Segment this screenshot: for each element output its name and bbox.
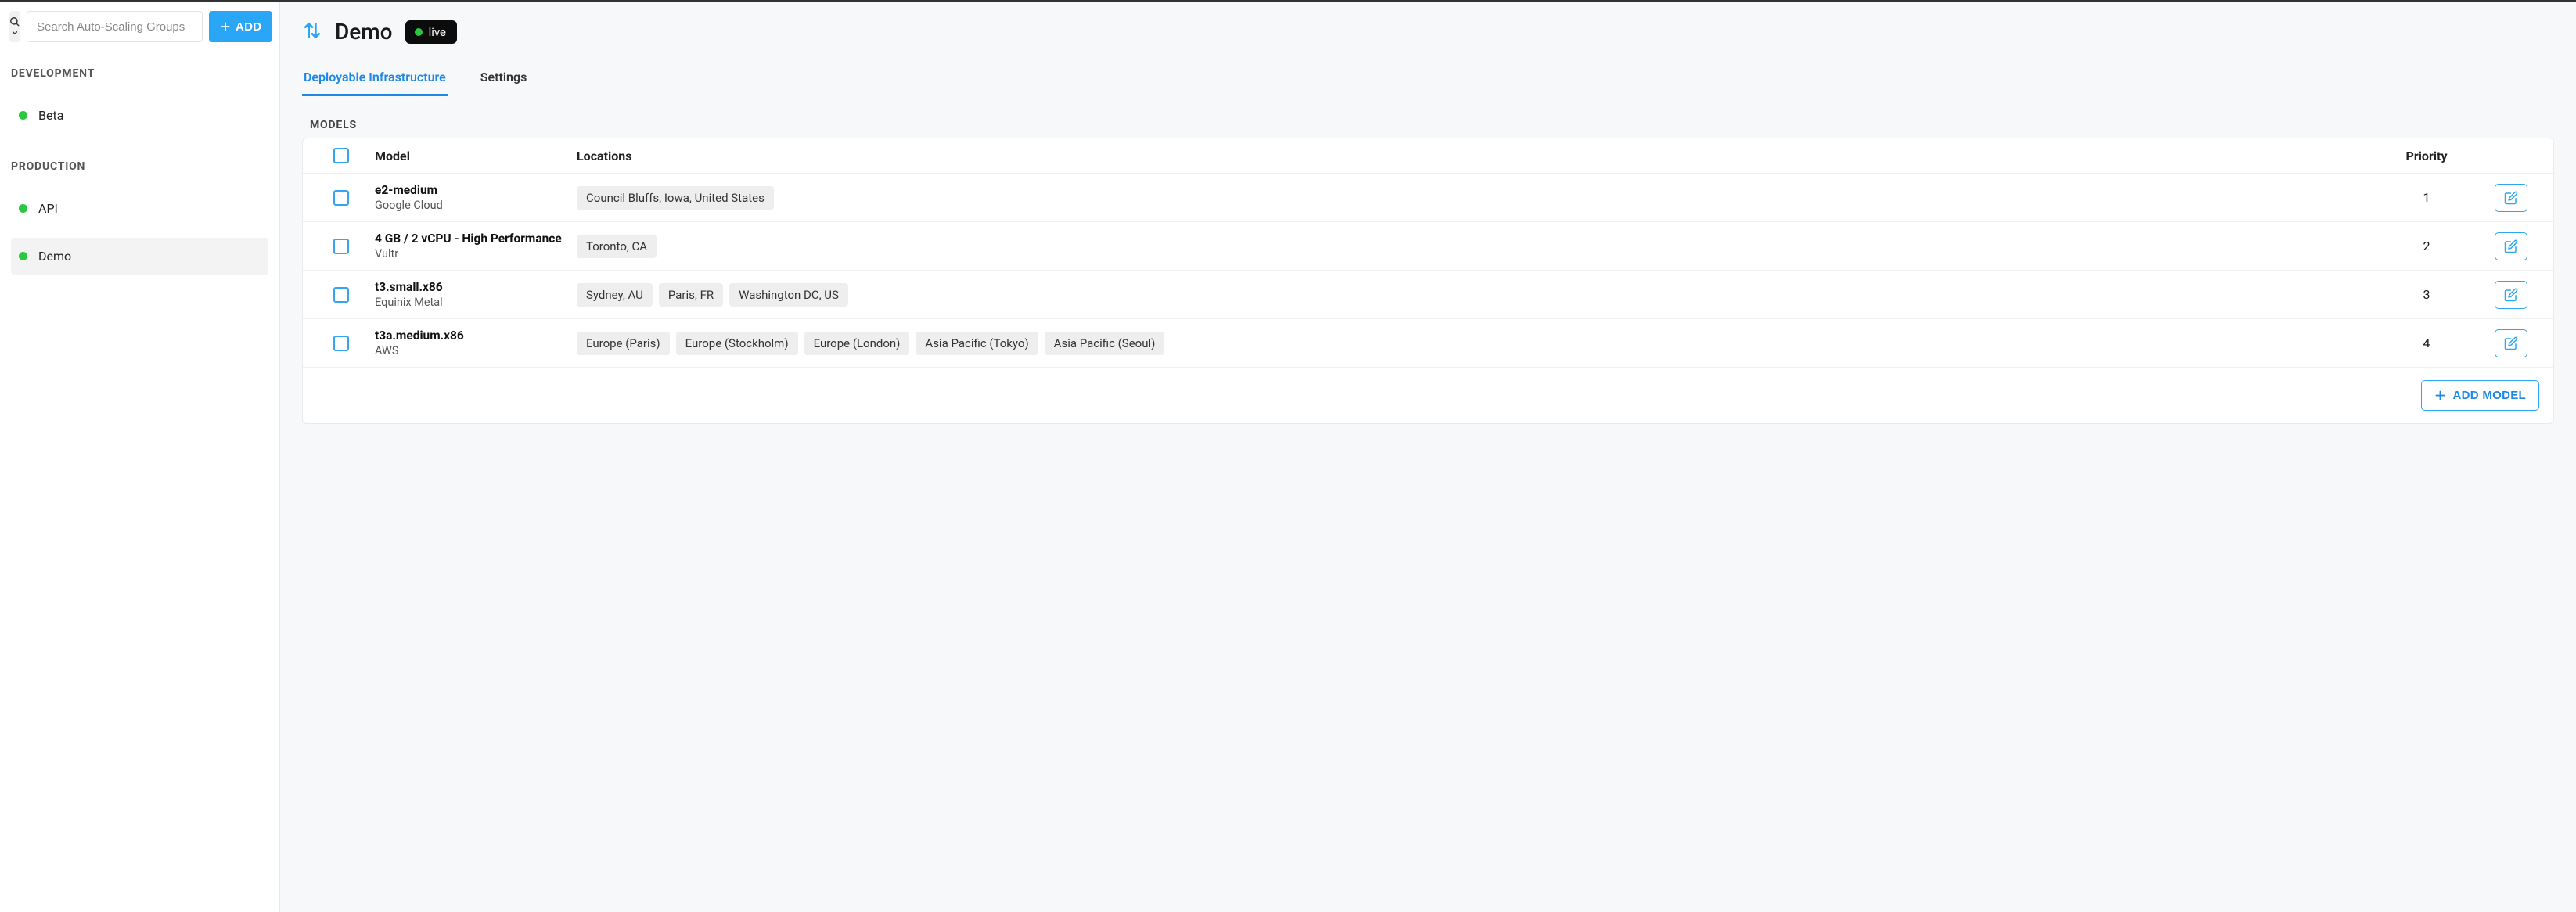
page-title: Demo <box>335 19 393 45</box>
model-provider: Google Cloud <box>375 199 570 212</box>
models-section-label: MODELS <box>310 119 2554 131</box>
model-provider: Equinix Metal <box>375 296 570 309</box>
table-row: t3.small.x86 Equinix Metal Sydney, AUPar… <box>303 271 2553 319</box>
status-badge: live <box>405 20 457 44</box>
column-header-locations: Locations <box>577 149 2373 163</box>
table-row: t3a.medium.x86 AWS Europe (Paris)Europe … <box>303 319 2553 367</box>
table-row: e2-medium Google Cloud Council Bluffs, I… <box>303 174 2553 222</box>
location-chip: Paris, FR <box>659 283 723 307</box>
edit-button[interactable] <box>2495 281 2527 309</box>
tab-settings[interactable]: Settings <box>479 65 529 96</box>
add-button-label: ADD <box>236 20 261 34</box>
priority-value: 3 <box>2380 287 2473 302</box>
locations-cell: Council Bluffs, Iowa, United States <box>577 186 2373 210</box>
location-chip: Toronto, CA <box>577 235 657 258</box>
sidebar-item-api[interactable]: API <box>11 190 268 227</box>
edit-icon <box>2504 288 2518 302</box>
models-panel-footer: ADD MODEL <box>303 367 2553 423</box>
location-chip: Europe (Stockholm) <box>676 332 798 355</box>
location-chip: Asia Pacific (Seoul) <box>1045 332 1165 355</box>
sidebar-item-demo[interactable]: Demo <box>11 238 268 275</box>
add-model-button-label: ADD MODEL <box>2452 389 2526 402</box>
tab-deployable-infrastructure[interactable]: Deployable Infrastructure <box>302 65 448 96</box>
status-dot-icon <box>19 252 27 260</box>
column-header-model: Model <box>375 149 570 163</box>
model-name: 4 GB / 2 vCPU - High Performance <box>375 232 570 246</box>
column-header-priority: Priority <box>2380 149 2473 163</box>
search-sort-toggle[interactable] <box>9 11 20 42</box>
model-provider: AWS <box>375 344 570 357</box>
row-checkbox[interactable] <box>333 287 349 303</box>
edit-icon <box>2504 239 2518 253</box>
model-name: t3.small.x86 <box>375 280 570 294</box>
location-chip: Europe (London) <box>804 332 910 355</box>
plus-icon <box>220 21 231 32</box>
locations-cell: Europe (Paris) Europe (Stockholm) Europe (… <box>577 332 2373 355</box>
model-provider: Vultr <box>375 247 570 260</box>
location-chip: Council Bluffs, Iowa, United States <box>577 186 774 210</box>
sidebar-item-label: API <box>38 201 58 216</box>
sort-arrows-icon <box>302 20 322 44</box>
location-chip: Europe (Paris) <box>577 332 670 355</box>
page-header: Demo live <box>302 19 2554 45</box>
status-badge-label: live <box>429 25 446 39</box>
main-content: Demo live Deployable Infrastructure Sett… <box>280 2 2576 912</box>
row-checkbox[interactable] <box>333 336 349 351</box>
search-icon <box>9 16 20 27</box>
sidebar-item-label: Demo <box>38 249 71 264</box>
sidebar-section-production: PRODUCTION <box>0 145 279 179</box>
add-button[interactable]: ADD <box>209 11 272 42</box>
edit-icon <box>2504 336 2518 350</box>
edit-icon <box>2504 191 2518 205</box>
location-chip: Sydney, AU <box>577 283 653 307</box>
status-dot-icon <box>19 111 27 120</box>
row-checkbox[interactable] <box>333 190 349 206</box>
sidebar: ADD DEVELOPMENT Beta PRODUCTION API Demo <box>0 2 280 912</box>
sidebar-item-label: Beta <box>38 108 63 123</box>
select-all-checkbox[interactable] <box>333 148 349 163</box>
sidebar-top: ADD <box>0 11 279 52</box>
priority-value: 1 <box>2380 190 2473 205</box>
chevron-down-icon <box>10 29 20 37</box>
priority-value: 4 <box>2380 336 2473 350</box>
locations-cell: Sydney, AUParis, FRWashington DC, US <box>577 283 2373 307</box>
sidebar-section-development: DEVELOPMENT <box>0 52 279 86</box>
status-dot-icon <box>19 204 27 213</box>
model-name: t3a.medium.x86 <box>375 329 570 343</box>
plus-icon <box>2434 390 2446 401</box>
locations-cell: Toronto, CA <box>577 235 2373 258</box>
tabs: Deployable Infrastructure Settings <box>302 65 2554 97</box>
priority-value: 2 <box>2380 239 2473 253</box>
location-chip: Washington DC, US <box>729 283 848 307</box>
edit-button[interactable] <box>2495 232 2527 260</box>
table-row: 4 GB / 2 vCPU - High Performance Vultr T… <box>303 222 2553 271</box>
edit-button[interactable] <box>2495 184 2527 212</box>
sidebar-item-beta[interactable]: Beta <box>11 97 268 134</box>
edit-button[interactable] <box>2495 329 2527 357</box>
location-chip: Asia Pacific (Tokyo) <box>916 332 1038 355</box>
row-checkbox[interactable] <box>333 239 349 254</box>
status-dot-icon <box>415 28 423 36</box>
model-name: e2-medium <box>375 183 570 197</box>
add-model-button[interactable]: ADD MODEL <box>2421 380 2539 411</box>
models-panel: Model Locations Priority e2-medium Googl… <box>302 138 2554 424</box>
models-table-header: Model Locations Priority <box>303 138 2553 174</box>
search-input[interactable] <box>27 11 203 42</box>
